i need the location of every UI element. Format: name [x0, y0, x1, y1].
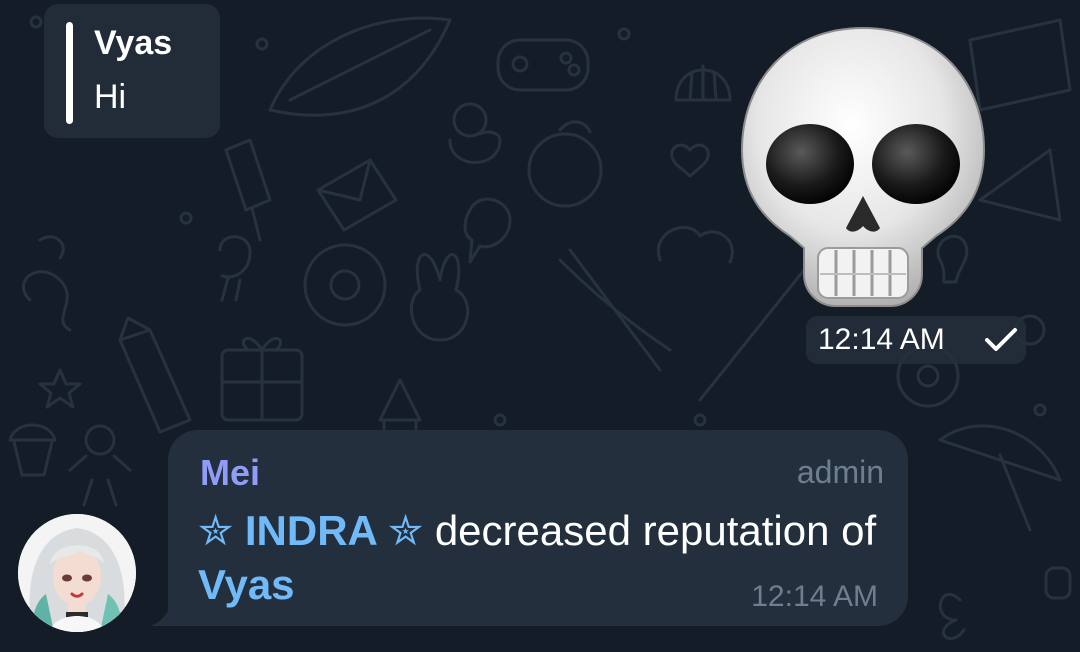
mention-vyas[interactable]: Vyas [198, 561, 295, 608]
reply-accent-bar [66, 22, 73, 124]
sticker-time: 12:14 AM [818, 323, 945, 356]
reply-preview[interactable]: Vyas Hi [44, 4, 220, 138]
message-time: 12:14 AM [751, 580, 878, 613]
reply-sender-name: Vyas [94, 24, 173, 62]
check-icon [985, 328, 1017, 351]
skull-icon [740, 26, 986, 307]
sticker-time-badge: 12:14 AM [806, 316, 1026, 364]
reply-message-text: Hi [94, 78, 127, 116]
mention-indra[interactable]: ✮ INDRA ✮ [198, 507, 423, 554]
avatar[interactable] [18, 514, 136, 632]
admin-badge: admin [796, 454, 884, 490]
avatar-icon [18, 514, 136, 632]
skull-sticker[interactable] [738, 22, 988, 312]
message-bubble[interactable]: Mei admin ✮ INDRA ✮ decreased reputation… [168, 430, 908, 626]
message-body: decreased reputation of [423, 507, 877, 554]
sender-name[interactable]: Mei [200, 452, 260, 494]
